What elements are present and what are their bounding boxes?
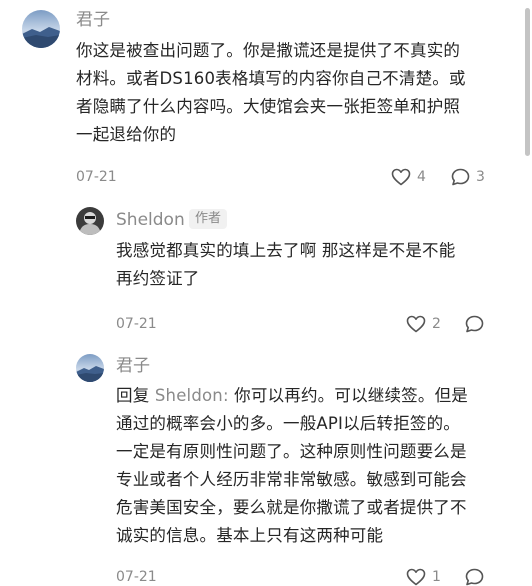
- reply-mention[interactable]: Sheldon:: [155, 386, 229, 405]
- like-button[interactable]: 2: [406, 315, 441, 333]
- heart-icon: [406, 315, 426, 333]
- heart-icon: [406, 568, 426, 586]
- comment-text-line: 通过的概率会小的多。一般API以后转拒签的。: [116, 414, 461, 433]
- comment-text-segment: 你可以再约。可以继续签。但是: [228, 386, 468, 405]
- comment-text-line: 诚实的信息。基本上只有这两种可能: [116, 526, 384, 545]
- comment-author[interactable]: Sheldon: [116, 209, 185, 231]
- reply-button[interactable]: [465, 568, 490, 586]
- avatar[interactable]: [76, 207, 104, 235]
- comment-date: 07-21: [116, 316, 157, 332]
- avatar[interactable]: [22, 10, 60, 48]
- like-button[interactable]: 1: [406, 568, 441, 586]
- heart-icon: [391, 168, 411, 186]
- comment-text-line: 再约签证了: [116, 269, 200, 288]
- reply-button[interactable]: [465, 315, 490, 333]
- comment-text-line: 回复 Sheldon: 你可以再约。可以继续签。但是: [116, 382, 468, 410]
- scrollbar-thumb[interactable]: [525, 8, 530, 156]
- comment-text: 你这是被查出问题了。你是撒谎还是提供了不真实的 材料。或者DS160表格填写的内…: [76, 37, 466, 149]
- comment-text-line: 一定是有原则性问题了。这种原则性问题要么是: [116, 442, 467, 461]
- comment-author[interactable]: 君子: [116, 355, 150, 377]
- avatar[interactable]: [76, 354, 104, 382]
- comment-date: 07-21: [76, 169, 117, 185]
- comment-text: 我感觉都真实的填上去了啊 那这样是不是不能 再约签证了: [116, 237, 455, 293]
- comment-bubble-icon: [451, 168, 470, 186]
- like-count: 1: [432, 569, 441, 585]
- like-count: 2: [432, 316, 441, 332]
- comment-text-line: 一起退给你的: [76, 125, 177, 144]
- comment-bubble-icon: [465, 568, 484, 586]
- reply-count: 3: [476, 169, 485, 185]
- reply-button[interactable]: 3: [451, 168, 485, 186]
- comment-text-line: 你这是被查出问题了。你是撒谎还是提供了不真实的: [76, 41, 461, 60]
- author-badge: 作者: [189, 209, 228, 229]
- like-count: 4: [417, 169, 426, 185]
- comment-text-line: 危害美国安全，要么就是你撒谎了或者提供了不: [116, 498, 467, 517]
- comment-text-line: 者隐瞒了什么内容吗。大使馆会夹一张拒签单和护照: [76, 97, 461, 116]
- comment-date: 07-21: [116, 569, 157, 585]
- comment-author[interactable]: 君子: [76, 9, 110, 31]
- comment-text-line: 我感觉都真实的填上去了啊 那这样是不是不能: [116, 241, 456, 260]
- comment-bubble-icon: [465, 315, 484, 333]
- comment-text-line: 材料。或者DS160表格填写的内容你自己不清楚。或: [76, 69, 466, 88]
- like-button[interactable]: 4: [391, 168, 426, 186]
- reply-prefix: 回复: [116, 386, 150, 405]
- comment-text: 回复 Sheldon: 你可以再约。可以继续签。但是 通过的概率会小的多。一般A…: [116, 382, 468, 550]
- comment-text-line: 专业或者个人经历非常非常敏感。敏感到可能会: [116, 470, 467, 489]
